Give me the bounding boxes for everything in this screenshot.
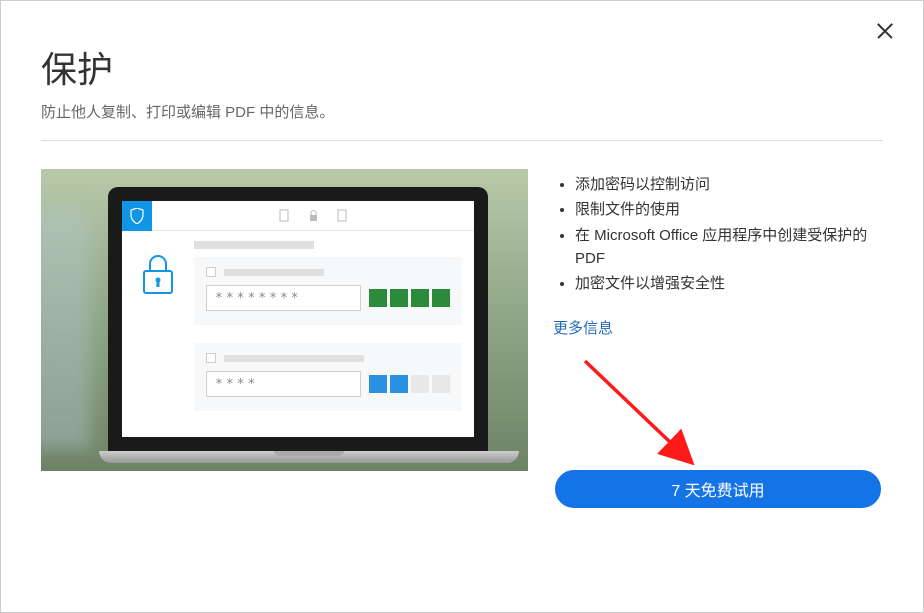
strength-meter-1: [369, 289, 450, 307]
illustration: ********: [41, 169, 528, 471]
strength-meter-2: [369, 375, 450, 393]
document-lock-icon: [337, 209, 348, 222]
lock-small-icon: [308, 209, 319, 222]
password-field-2: ****: [194, 343, 462, 411]
list-item: 添加密码以控制访问: [575, 173, 883, 196]
list-item: 加密文件以增强安全性: [575, 272, 883, 295]
more-info-link[interactable]: 更多信息: [553, 317, 613, 338]
free-trial-button[interactable]: 7 天免费试用: [555, 470, 881, 508]
password-input-1: ********: [206, 285, 361, 311]
divider: [41, 140, 883, 141]
dialog-content: 保护 防止他人复制、打印或编辑 PDF 中的信息。: [1, 1, 923, 511]
shield-icon: [122, 201, 152, 231]
list-item: 在 Microsoft Office 应用程序中创建受保护的 PDF: [575, 224, 883, 271]
laptop-graphic: ********: [99, 187, 497, 471]
password-field-1: ********: [194, 257, 462, 325]
feature-list: 添加密码以控制访问 限制文件的使用 在 Microsoft Office 应用程…: [553, 173, 883, 295]
screen-toolbar: [152, 201, 474, 231]
password-input-2: ****: [206, 371, 361, 397]
page-subtitle: 防止他人复制、打印或编辑 PDF 中的信息。: [41, 101, 883, 122]
list-item: 限制文件的使用: [575, 198, 883, 221]
lock-icon: [134, 241, 182, 429]
document-icon: [279, 209, 290, 222]
close-icon[interactable]: [875, 21, 895, 41]
page-title: 保护: [41, 41, 883, 93]
